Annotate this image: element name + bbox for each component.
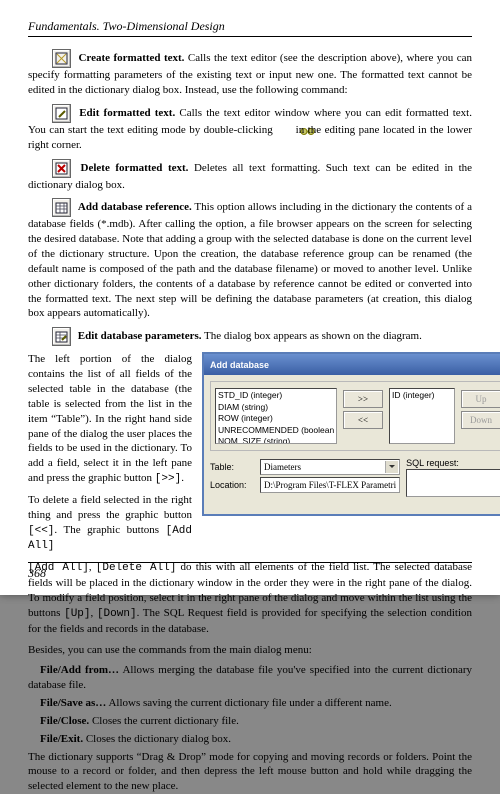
dialog-titlebar[interactable]: Add database × (204, 354, 500, 375)
down-button[interactable]: Down (461, 411, 500, 429)
para-drag-drop: The dictionary supports “Drag & Drop” mo… (28, 750, 472, 794)
dialog-title: Add database (210, 359, 269, 371)
location-label: Location: (210, 479, 254, 491)
para-create-formatted: Create formatted text. Calls the text ed… (28, 49, 472, 98)
page-footer: 368 (28, 562, 472, 581)
para-besides: Besides, you can use the commands from t… (28, 643, 472, 658)
sql-request-field[interactable] (406, 469, 500, 497)
para-edit-database: Edit database parameters. The dialog box… (28, 327, 472, 346)
move-in-button[interactable]: >> (343, 390, 383, 408)
para-delete-formatted: Delete formatted text. Deletes all text … (28, 159, 472, 193)
fields-right-listbox[interactable]: ID (integer) (389, 388, 455, 444)
para-add-database: Add database reference. This option allo… (28, 198, 472, 321)
move-out-button[interactable]: << (343, 411, 383, 429)
dialog-two-column: The left portion of the dialog contains … (28, 352, 472, 560)
edit-database-parameters-icon (52, 327, 71, 346)
up-button[interactable]: Up (461, 390, 500, 408)
table-label: Table: (210, 461, 254, 473)
document-page: Fundamentals. Two-Dimensional Design Cre… (0, 0, 500, 595)
table-dropdown[interactable]: Diameters (260, 459, 400, 475)
file-menu-list: File/Add from… Allows merging the databa… (28, 663, 472, 746)
location-field[interactable]: D:\Program Files\T-FLEX Parametri (260, 477, 400, 493)
page-header: Fundamentals. Two-Dimensional Design (28, 18, 472, 37)
add-database-reference-icon (52, 198, 71, 217)
fields-left-listbox[interactable]: STD_ID (integer) DIAM (string) ROW (inte… (215, 388, 337, 444)
sql-label: SQL request: (406, 457, 500, 469)
edit-formatted-text-icon (52, 104, 71, 123)
delete-formatted-text-icon (52, 159, 71, 178)
double-click-icon (276, 126, 292, 135)
add-database-dialog: Add database × STD_ID (integer) DIAM (st… (202, 352, 500, 516)
create-formatted-text-icon (52, 49, 71, 68)
page-number: 368 (28, 566, 46, 580)
para-edit-formatted: Edit formatted text. Calls the text edit… (28, 104, 472, 153)
left-description-column: The left portion of the dialog contains … (28, 352, 192, 560)
